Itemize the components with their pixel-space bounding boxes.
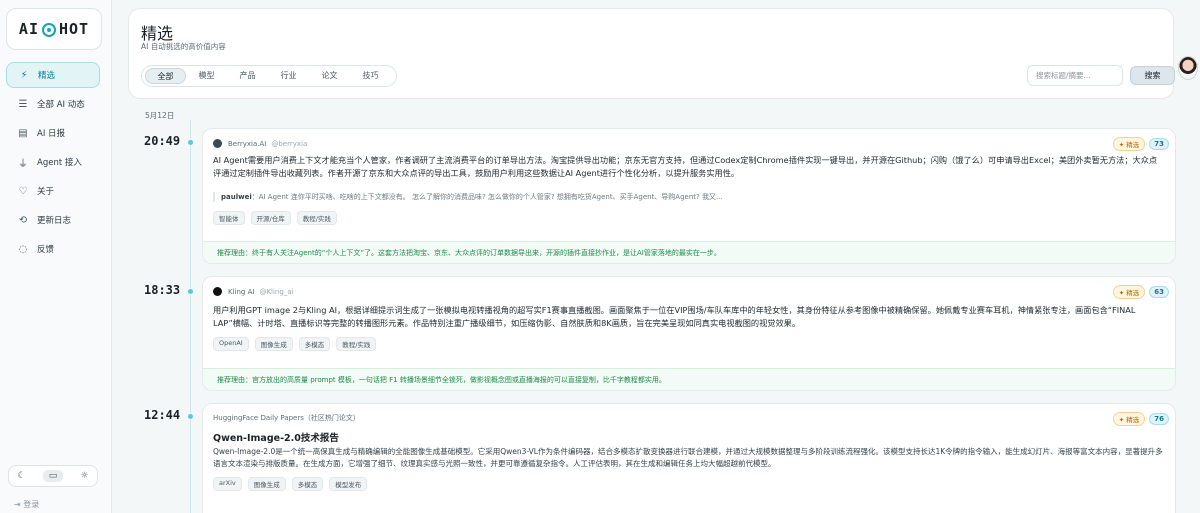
card-summary: 用户利用GPT image 2与Kling AI，根据详细提示词生成了一张模拟电…	[213, 305, 1136, 328]
source-name[interactable]: HuggingFace Daily Papers（社区热门论文）	[213, 413, 360, 423]
recommend-reason: 推荐理由：官方放出的高质量 prompt 模板，一句话把 F1 转播场景细节全锁…	[203, 368, 1175, 390]
heart-icon: ♡	[18, 185, 28, 197]
timeline-dot	[187, 139, 194, 146]
tag[interactable]: 图像生成	[254, 337, 293, 351]
card-summary: Qwen-Image-2.0是一个统一高保真生成与精确编辑的全能图像生成基础模型…	[213, 447, 1163, 468]
comment-user: paulwei	[221, 193, 252, 201]
tag[interactable]: 智能体	[213, 211, 245, 225]
card-tags: 智能体 开源/仓库 教程/实践	[213, 211, 343, 225]
score-badge: 63	[1149, 286, 1169, 298]
card-source: Berryxia.AI @berryxia	[213, 139, 307, 148]
feed-card[interactable]: Berryxia.AI @berryxia ✦ 精选 73 AI Agent需要…	[202, 128, 1176, 264]
featured-badge: ✦ 精选	[1112, 137, 1146, 151]
sidebar-item-changelog[interactable]: ⟲ 更新日志	[6, 207, 100, 233]
sun-icon[interactable]: ☼	[80, 471, 88, 481]
chat-bubble-icon: ◌	[18, 243, 28, 255]
sidebar-item-label: 关于	[37, 187, 55, 197]
sidebar-item-label: 全部 AI 动态	[37, 100, 85, 110]
tag[interactable]: 多模态	[298, 337, 331, 351]
sidebar-item-label: 反馈	[37, 245, 55, 255]
sidebar-item-all-news[interactable]: ☰ 全部 AI 动态	[6, 91, 100, 117]
item-time: 18:33	[144, 283, 181, 297]
card-comment: paulwei：AI Agent 连你平时买啥、吃啥的上下文都没有。 怎么了解你…	[213, 192, 1163, 202]
timeline-dot	[187, 288, 194, 295]
feed-date: 5月12日	[145, 111, 175, 120]
sidebar-item-label: Agent 接入	[37, 158, 82, 168]
card-source: HuggingFace Daily Papers（社区热门论文）	[213, 413, 360, 423]
source-avatar-icon	[213, 139, 222, 148]
sidebar-item-about[interactable]: ♡ 关于	[6, 178, 100, 204]
card-summary: AI Agent需要用户消费上下文才能充当个人管家，作者调研了主流消费平台的订单…	[213, 155, 1158, 178]
monitor-icon[interactable]: ▭	[42, 470, 64, 482]
history-icon: ⟲	[18, 214, 28, 226]
plug-icon: ⏚	[18, 158, 28, 170]
app-logo[interactable]: AI HOT	[6, 8, 102, 50]
comment-text: ：AI Agent 连你平时买啥、吃啥的上下文都没有。 怎么了解你的消费品味? …	[251, 193, 723, 201]
feed-card[interactable]: Kling AI @Kling_ai ✦ 精选 63 用户利用GPT image…	[202, 276, 1176, 391]
source-name[interactable]: Berryxia.AI	[228, 140, 266, 148]
tab-tips[interactable]: 技巧	[350, 68, 391, 84]
recommend-reason: 推荐理由：终于有人关注Agent的“个人上下文”了。这套方法把淘宝、京东、大众点…	[203, 241, 1175, 263]
tag[interactable]: 开源/仓库	[250, 211, 291, 225]
item-time: 12:44	[144, 408, 181, 422]
sidebar-item-agent[interactable]: ⏚ Agent 接入	[6, 149, 100, 175]
theme-toggle: ☾ ▭ ☼	[8, 465, 98, 487]
page-subtitle: AI 自动挑选的高价值内容	[141, 42, 226, 51]
item-time: 20:49	[144, 134, 181, 148]
sidebar-item-feedback[interactable]: ◌ 反馈	[6, 236, 100, 262]
logo-text-right: HOT	[58, 20, 90, 38]
sidebar-nav: ⚡ 精选 ☰ 全部 AI 动态 ▤ AI 日报 ⏚ Agent 接入 ♡ 关于 …	[6, 62, 100, 265]
tag[interactable]: 模型发布	[329, 477, 368, 491]
tag[interactable]: 图像生成	[247, 477, 286, 491]
tag[interactable]: OpenAI	[213, 337, 249, 351]
tag[interactable]: 多模态	[291, 477, 324, 491]
newspaper-icon: ▤	[18, 127, 28, 139]
page-header: 精选 AI 自动挑选的高价值内容 全部 模型 产品 行业 论文 技巧 搜索	[128, 8, 1175, 99]
card-badges: ✦ 精选 63	[1112, 285, 1169, 299]
source-name[interactable]: Kling AI	[228, 288, 254, 296]
list-icon: ☰	[18, 98, 28, 110]
logo-dot-icon	[41, 23, 56, 37]
sidebar-item-daily[interactable]: ▤ AI 日报	[6, 120, 100, 146]
tag[interactable]: 教程/实践	[336, 337, 377, 351]
logo-text-left: AI	[18, 20, 39, 38]
sidebar: AI HOT ⚡ 精选 ☰ 全部 AI 动态 ▤ AI 日报 ⏚ Agent 接…	[0, 0, 112, 513]
tab-all[interactable]: 全部	[145, 68, 186, 84]
score-badge: 76	[1149, 413, 1169, 425]
sidebar-item-label: AI 日报	[37, 129, 66, 139]
login-link[interactable]: ⇥ 登录	[14, 499, 39, 510]
source-handle: @Kling_ai	[259, 287, 294, 296]
search-input[interactable]	[1027, 65, 1123, 86]
tab-papers[interactable]: 论文	[309, 68, 350, 84]
sidebar-item-featured[interactable]: ⚡ 精选	[6, 62, 100, 88]
card-badges: ✦ 精选 76	[1112, 412, 1169, 426]
feed-card[interactable]: HuggingFace Daily Papers（社区热门论文） ✦ 精选 76…	[202, 403, 1176, 513]
timeline-dot	[187, 413, 194, 420]
moon-icon[interactable]: ☾	[18, 471, 26, 481]
tab-products[interactable]: 产品	[227, 68, 268, 84]
card-source: Kling AI @Kling_ai	[213, 287, 294, 296]
tab-industry[interactable]: 行业	[268, 68, 309, 84]
user-avatar[interactable]	[1178, 56, 1198, 80]
sidebar-item-label: 更新日志	[37, 216, 72, 226]
card-tags: arXiv 图像生成 多模态 模型发布	[213, 477, 373, 491]
card-badges: ✦ 精选 73	[1112, 137, 1169, 151]
featured-badge: ✦ 精选	[1112, 285, 1146, 299]
lightning-icon: ⚡	[20, 69, 28, 81]
tag[interactable]: 教程/实践	[296, 211, 337, 225]
featured-badge: ✦ 精选	[1112, 412, 1146, 426]
search-button[interactable]: 搜索	[1130, 66, 1175, 85]
paper-title[interactable]: Qwen-Image-2.0技术报告	[213, 430, 339, 444]
score-badge: 73	[1149, 138, 1169, 150]
card-tags: OpenAI 图像生成 多模态 教程/实践	[213, 337, 382, 351]
tag[interactable]: arXiv	[213, 477, 242, 491]
source-avatar-icon	[213, 287, 222, 296]
category-tabs: 全部 模型 产品 行业 论文 技巧	[141, 65, 397, 87]
sidebar-item-label: 精选	[38, 71, 56, 81]
source-handle: @berryxia	[271, 139, 308, 148]
timeline-line	[190, 120, 191, 513]
tab-models[interactable]: 模型	[186, 68, 227, 84]
